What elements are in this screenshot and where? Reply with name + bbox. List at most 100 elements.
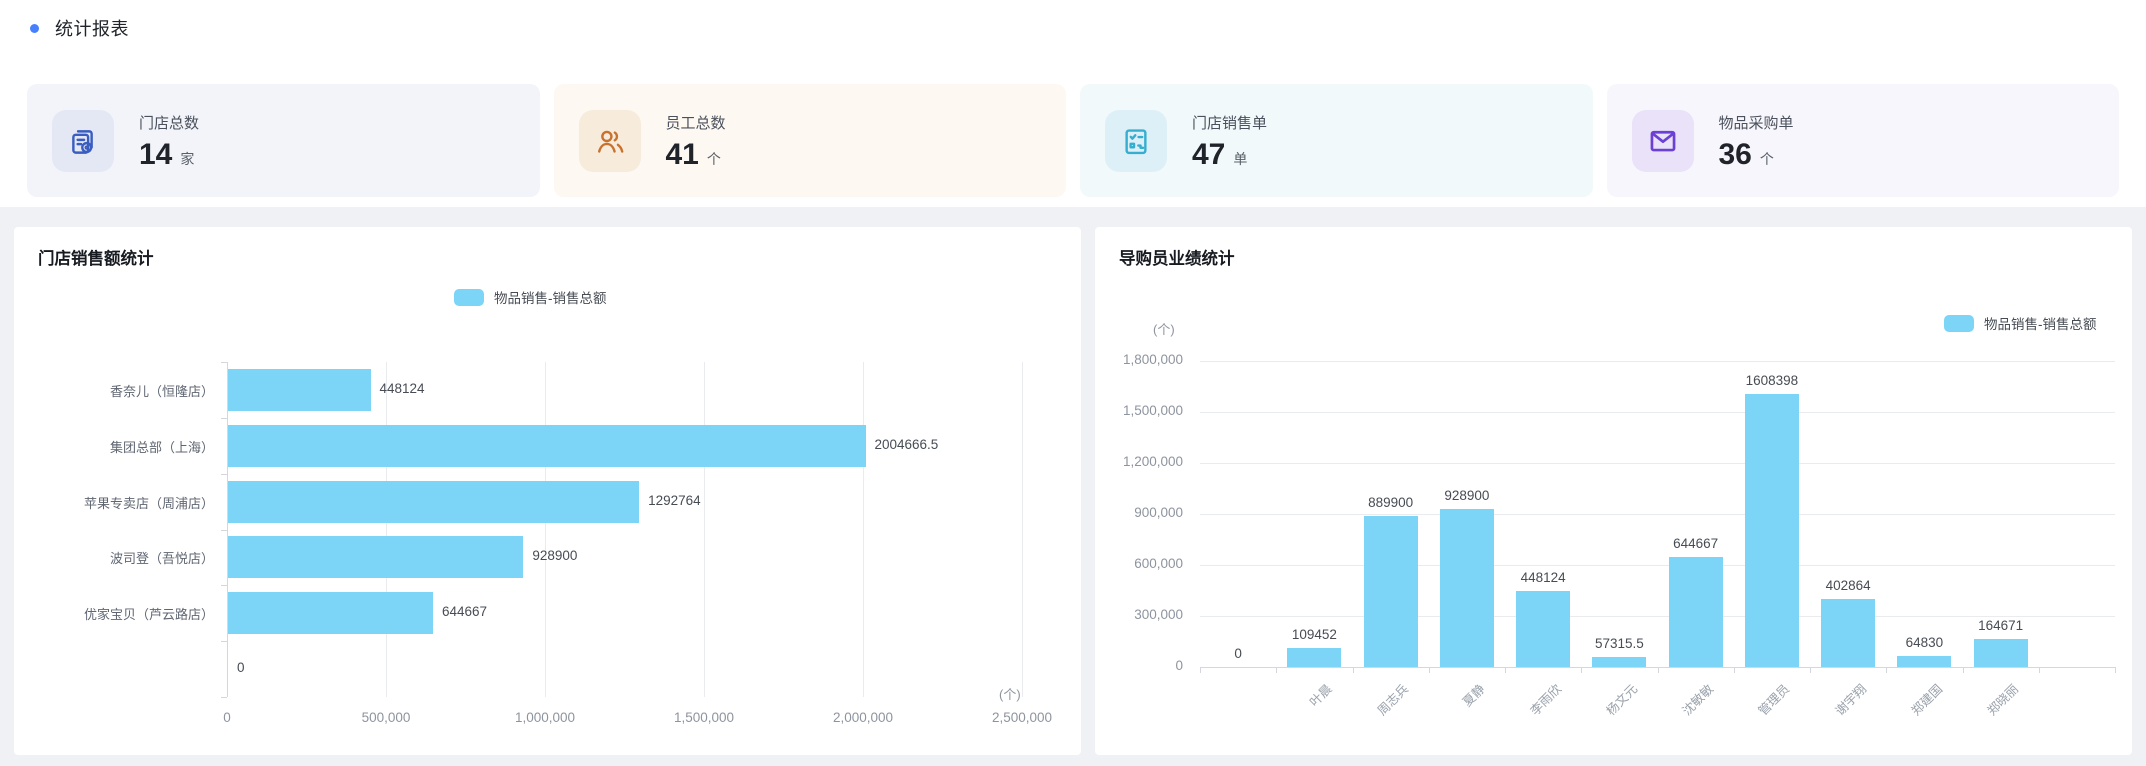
stat-label: 门店销售单 [1192,112,1267,133]
category-label: 管理员 [1753,679,1793,719]
gridline [863,362,864,697]
stat-value: 47 [1192,140,1225,170]
axis-tick [1276,667,1277,673]
axis-tick [1353,667,1354,673]
stat-label: 物品采购单 [1719,112,1794,133]
stat-cards-row: 门店总数 14 家 员工总数 41 个 [27,84,2119,197]
axis-tick [1200,667,1201,673]
gridline [1200,514,2115,515]
store-sales-chart-panel: 门店销售额统计 物品销售-销售总额 (个) 0500,0001,000,0001… [14,227,1081,755]
axis-tick [221,697,227,698]
gridline [1200,412,2115,413]
axis-tick [221,530,227,531]
bar[interactable] [1440,509,1494,667]
axis-tick [1658,667,1659,673]
stat-unit: 个 [707,149,721,169]
y-tick-label: 300,000 [1095,607,1183,622]
x-tick-label: 2,500,000 [952,710,1092,725]
value-label: 644667 [442,604,487,619]
bar[interactable] [228,481,639,523]
stat-value: 36 [1719,140,1752,170]
category-label: 郑晓丽 [1982,679,2022,719]
category-label: 夏静 [1457,679,1488,710]
bar[interactable] [1974,639,2028,667]
category-label: 波司登（吾悦店） [14,548,214,567]
value-label: 1292764 [648,493,701,508]
bar[interactable] [1516,591,1570,667]
axis-tick [1810,667,1811,673]
stat-card-sales-orders: 门店销售单 47 单 [1080,84,1593,197]
category-label: 李雨欣 [1525,679,1565,719]
bar[interactable] [1592,657,1646,667]
gridline [1200,463,2115,464]
purchase-order-icon [1632,110,1694,172]
page-header: 统计报表 [30,12,129,44]
gridline [1022,362,1023,697]
y-tick-label: 600,000 [1095,556,1183,571]
bar[interactable] [1821,599,1875,668]
x-tick-label: 500,000 [316,710,456,725]
sales-order-icon [1105,110,1167,172]
bar[interactable] [228,369,371,411]
gridline [704,362,705,697]
bar[interactable] [1745,394,1799,667]
y-tick-label: 1,200,000 [1095,454,1183,469]
y-tick-label: 1,800,000 [1095,352,1183,367]
axis-tick [1963,667,1964,673]
bar[interactable] [1669,557,1723,667]
axis-tick [1429,667,1430,673]
category-label: 叶晨 [1305,679,1336,710]
category-label: 周志兵 [1372,679,1412,719]
axis-tick [2039,667,2040,673]
x-tick-label: 0 [157,710,297,725]
value-label: 2004666.5 [875,437,939,452]
category-label: 苹果专卖店（周浦店） [14,493,214,512]
value-label: 928900 [532,548,577,563]
x-tick-label: 2,000,000 [793,710,933,725]
axis-tick [221,585,227,586]
y-tick-label: 900,000 [1095,505,1183,520]
axis-tick [1581,667,1582,673]
store-sales-bar-chart: 0500,0001,000,0001,500,0002,000,0002,500… [14,227,1081,755]
bar[interactable] [1287,648,1341,667]
stat-unit: 个 [1760,149,1774,169]
guide-performance-bar-chart: 0300,000600,000900,0001,200,0001,500,000… [1095,227,2132,755]
gridline [1200,616,2115,617]
value-label: 1608398 [1702,373,1842,388]
y-tick-label: 1,500,000 [1095,403,1183,418]
category-label: 沈敏敏 [1677,679,1717,719]
page-title: 统计报表 [55,15,129,41]
category-label: 杨文元 [1601,679,1641,719]
axis-tick [1734,667,1735,673]
stat-label: 员工总数 [666,112,726,133]
bar[interactable] [1364,516,1418,667]
bullet-icon [30,24,39,33]
gridline [386,362,387,697]
stat-card-purchase-orders: 物品采购单 36 个 [1607,84,2120,197]
gridline [1200,361,2115,362]
store-icon [52,110,114,172]
category-axis-line [227,362,228,697]
category-label: 谢宇翔 [1830,679,1870,719]
category-label: 优家宝贝（芦云路店） [14,604,214,623]
axis-tick [1886,667,1887,673]
bar[interactable] [228,592,433,634]
stat-card-employees: 员工总数 41 个 [554,84,1067,197]
value-label: 448124 [380,381,425,396]
gridline [1200,565,2115,566]
value-label: 0 [237,660,245,675]
axis-tick [2115,667,2116,673]
stat-card-stores: 门店总数 14 家 [27,84,540,197]
category-label: 香奈儿（恒隆店） [14,381,214,400]
category-label: 集团总部（上海） [14,437,214,456]
value-label: 928900 [1397,488,1537,503]
axis-tick [221,641,227,642]
bar[interactable] [1897,656,1951,667]
bar[interactable] [228,425,866,467]
bar[interactable] [228,536,523,578]
x-tick-label: 1,500,000 [634,710,774,725]
stat-value: 14 [139,140,172,170]
gridline [545,362,546,697]
guide-performance-chart-panel: 导购员业绩统计 物品销售-销售总额 (个) 0300,000600,000900… [1095,227,2132,755]
stat-unit: 单 [1233,149,1247,169]
